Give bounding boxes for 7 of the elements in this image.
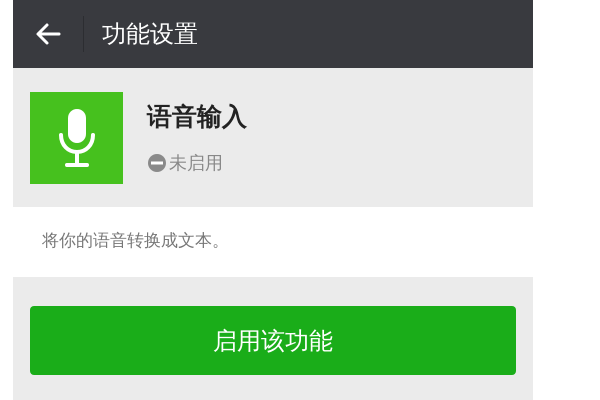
back-arrow-icon	[35, 22, 61, 46]
description-text: 将你的语音转换成文本。	[42, 230, 229, 254]
page-title: 功能设置	[102, 19, 198, 50]
microphone-icon	[30, 92, 123, 184]
enable-button[interactable]: 启用该功能	[30, 306, 516, 375]
status-text: 未启用	[169, 152, 223, 176]
feature-name: 语音输入	[147, 101, 247, 134]
